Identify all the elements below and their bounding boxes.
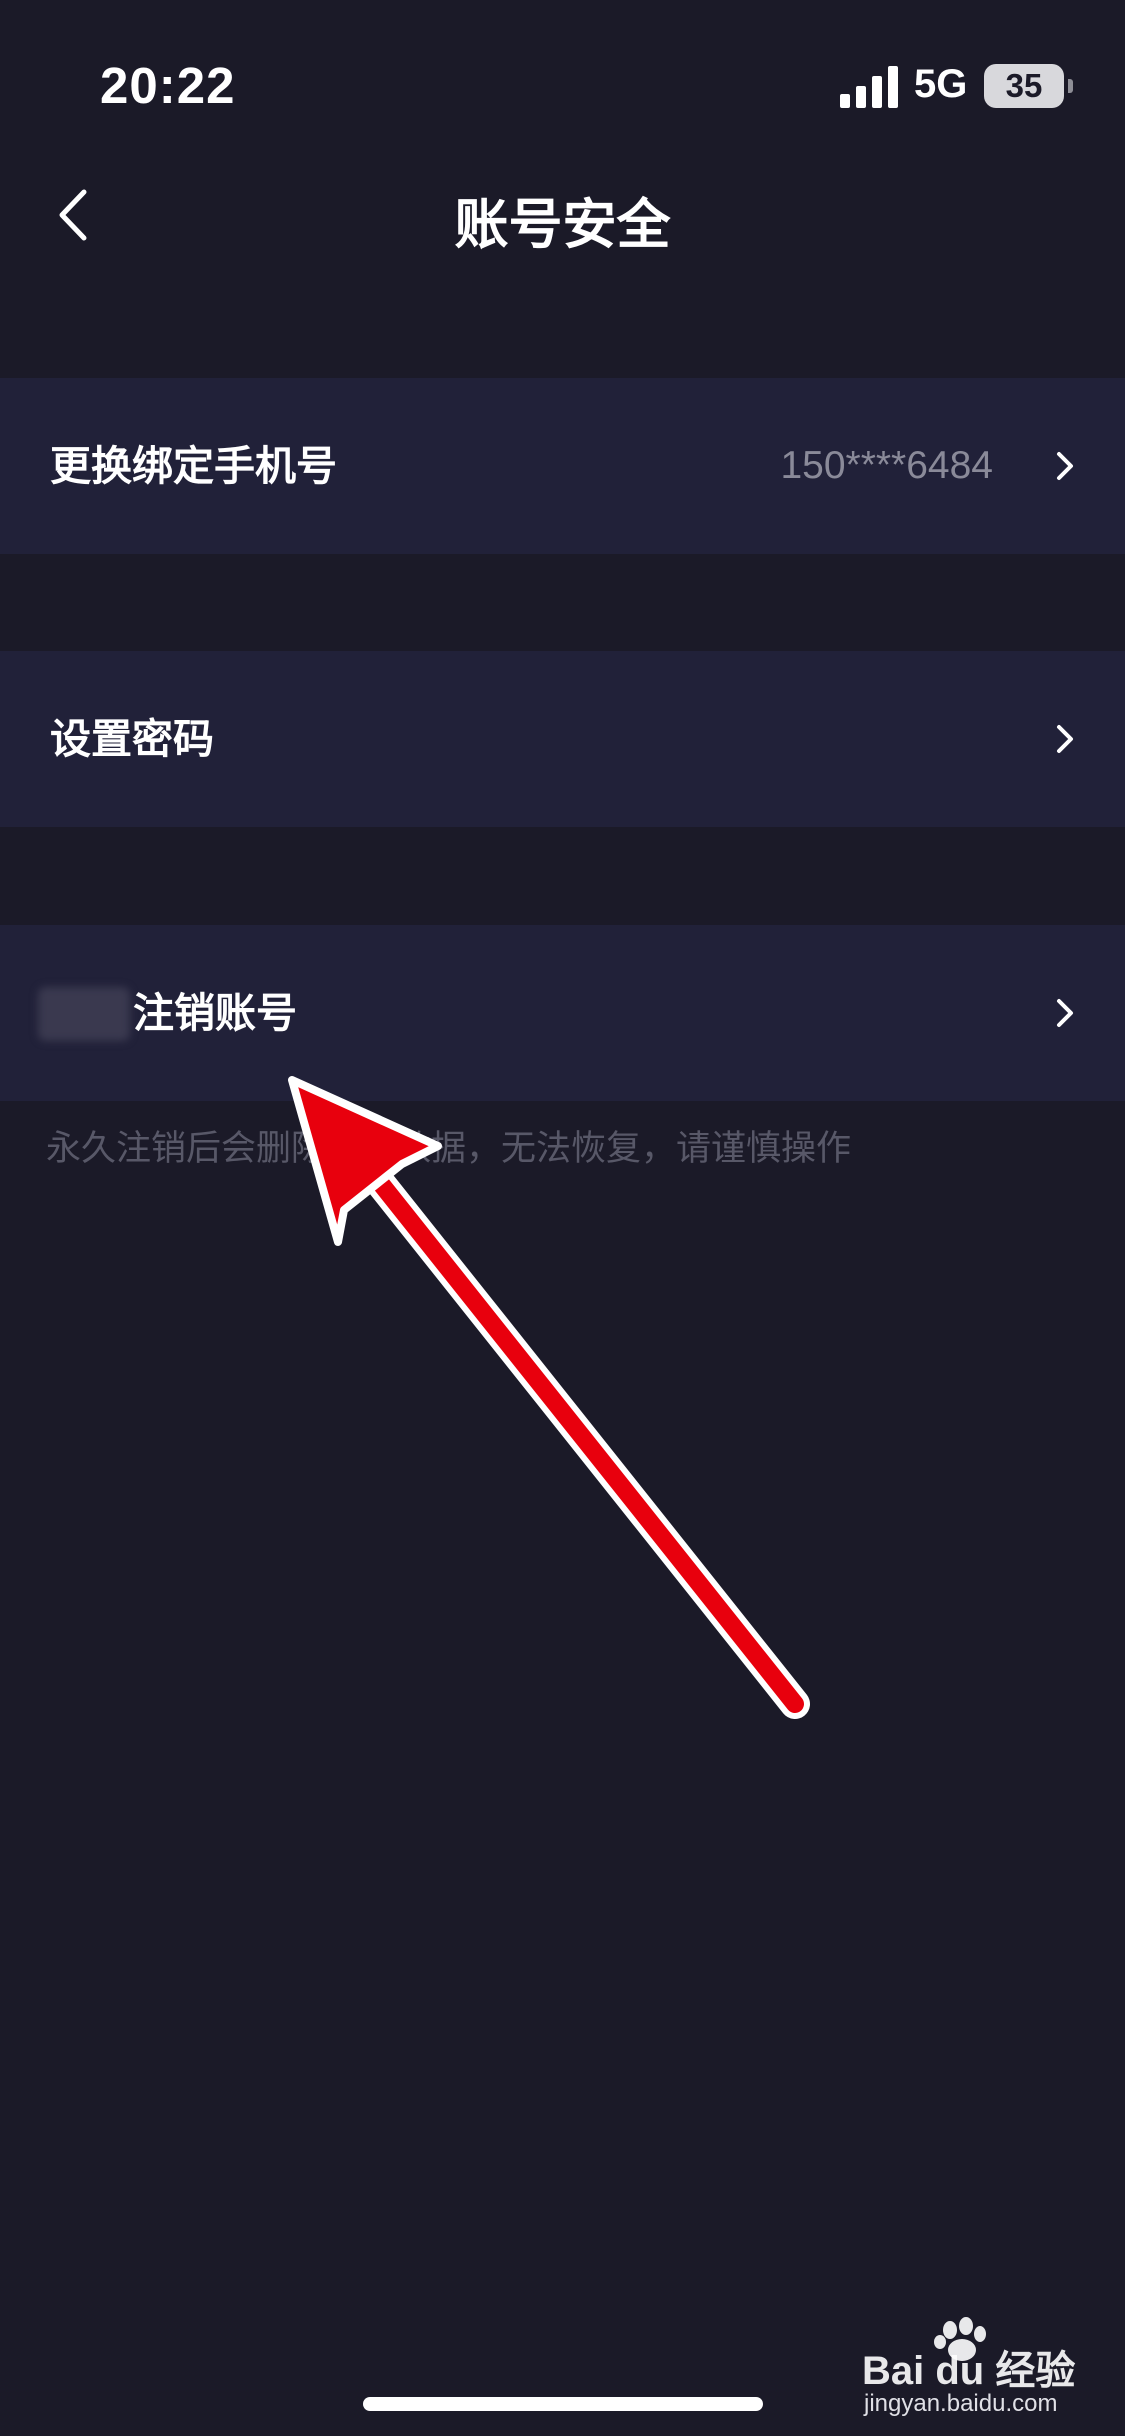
- status-bar: 20:22 5G 35: [0, 0, 1125, 170]
- set-password-row[interactable]: 设置密码: [0, 651, 1125, 827]
- deactivate-account-row[interactable]: 注销账号: [0, 925, 1125, 1101]
- home-indicator[interactable]: [363, 2397, 763, 2411]
- phone-number-value: 150****6484: [780, 444, 993, 487]
- battery-icon: 35: [984, 64, 1073, 108]
- network-type: 5G: [914, 62, 968, 106]
- signal-strength-icon: [840, 66, 898, 108]
- battery-cap: [1068, 79, 1073, 93]
- red-arrow-annotation: [288, 1076, 810, 1719]
- change-phone-row[interactable]: 更换绑定手机号 150****6484: [0, 378, 1125, 554]
- blurred-redaction: [38, 987, 130, 1041]
- set-password-label: 设置密码: [50, 715, 214, 763]
- battery-level: 35: [984, 64, 1064, 108]
- change-phone-label: 更换绑定手机号: [50, 442, 337, 490]
- watermark-logo: Bai du 经验: [862, 2349, 1075, 2393]
- chevron-right-icon: [1057, 452, 1073, 480]
- chevron-right-icon: [1057, 725, 1073, 753]
- watermark-url: jingyan.baidu.com: [864, 2390, 1058, 2417]
- page-title: 账号安全: [454, 193, 671, 256]
- chevron-right-icon: [1057, 999, 1073, 1027]
- status-time: 20:22: [100, 57, 236, 114]
- deactivate-hint: 永久注销后会删除所有数据，无法恢复，请谨慎操作: [46, 1129, 852, 1169]
- deactivate-account-label: 注销账号: [133, 989, 297, 1037]
